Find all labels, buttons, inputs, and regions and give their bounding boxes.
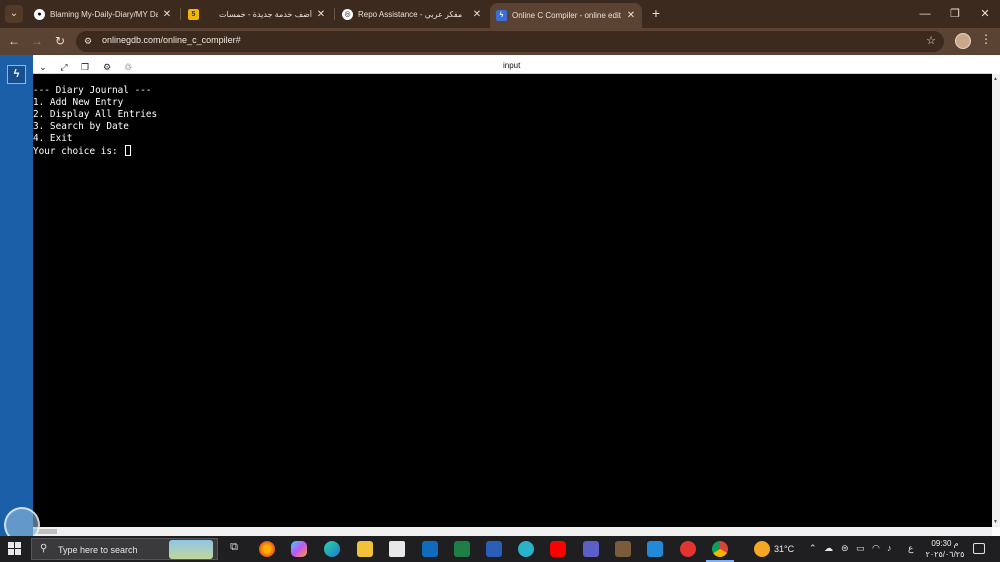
input-cursor[interactable] xyxy=(125,145,132,156)
close-icon[interactable]: ✕ xyxy=(316,9,326,20)
address-bar-url: onlinegdb.com/online_c_compiler# xyxy=(102,35,241,45)
address-bar[interactable]: ⚙ onlinegdb.com/online_c_compiler# ☆ xyxy=(76,31,944,52)
tab-title: Repo Assistance - مفكر عربي xyxy=(358,9,463,19)
browser-toolbar: ← → ↻ ⚙ onlinegdb.com/online_c_compiler#… xyxy=(0,28,1000,55)
snipping-tool-icon[interactable] xyxy=(615,541,631,557)
clock-date: ٢٠٢٥/٠٦/٢٥ xyxy=(925,550,965,559)
word-icon[interactable] xyxy=(486,541,502,557)
file-explorer-icon[interactable] xyxy=(357,541,373,557)
khamsat-icon: 5 xyxy=(188,8,199,20)
close-icon[interactable]: ✕ xyxy=(472,9,482,20)
vertical-scrollbar[interactable]: ▲ ▼ xyxy=(992,74,1000,527)
clear-icon[interactable]: ♲ xyxy=(122,61,134,73)
back-arrow-icon[interactable]: ← xyxy=(5,32,23,50)
console-line: 4. Exit xyxy=(33,133,73,144)
window-close-icon[interactable]: ✕ xyxy=(970,0,1000,28)
console-line: 3. Search by Date xyxy=(33,121,129,132)
tab-repo-assistance[interactable]: ◎ Repo Assistance - مفكر عربي ✕ xyxy=(336,3,488,25)
site-info-icon[interactable]: ⚙ xyxy=(84,36,95,47)
bookmark-star-icon[interactable]: ☆ xyxy=(926,34,936,47)
close-icon[interactable]: ✕ xyxy=(626,10,636,21)
more-menu-icon[interactable]: ⋮ xyxy=(980,32,992,46)
taskbar-clock[interactable]: 09:30 م ٢٠٢٥/٠٦/٢٥ xyxy=(922,538,968,560)
scroll-up-arrow-icon[interactable]: ▲ xyxy=(993,76,998,82)
console-line: --- Diary Journal --- xyxy=(33,85,152,96)
ai-icon: ◎ xyxy=(342,8,353,20)
vscode-icon[interactable] xyxy=(647,541,663,557)
tab-khamsat[interactable]: 5 أضف خدمة جديدة - خمسات ✕ xyxy=(182,3,332,25)
restore-icon[interactable]: ❐ xyxy=(940,0,970,28)
console-prompt: Your choice is: xyxy=(33,146,124,157)
tab-divider xyxy=(334,8,335,20)
tab-title: Blaming My-Daily-Diary/MY Da xyxy=(50,9,158,19)
windows-taskbar: ⚲ Type here to search ⧉ 31°C ⌃ ☁ ⊜ ▭ ◠ ♪… xyxy=(0,536,1000,562)
forward-arrow-icon[interactable]: → xyxy=(28,32,46,50)
tab-online-c-compiler[interactable]: ϟ Online C Compiler - online edit ✕ xyxy=(490,3,642,28)
microsoft-store-icon[interactable] xyxy=(389,541,405,557)
tab-github-blame[interactable]: ● Blaming My-Daily-Diary/MY Da ✕ xyxy=(28,3,178,25)
firefox-icon[interactable] xyxy=(259,541,275,557)
task-view-icon[interactable]: ⧉ xyxy=(226,541,242,557)
terminal-console[interactable]: --- Diary Journal --- 1. Add New Entry 2… xyxy=(33,74,992,527)
search-highlight-art xyxy=(169,540,213,559)
weather-sun-icon[interactable] xyxy=(754,541,770,557)
expand-icon[interactable]: ⤢ xyxy=(58,61,70,73)
console-line: 1. Add New Entry xyxy=(33,97,124,108)
scroll-down-arrow-icon[interactable]: ▼ xyxy=(993,519,998,525)
input-language-indicator[interactable]: ع xyxy=(908,543,913,554)
show-hidden-icons-chevron-up-icon[interactable]: ⌃ xyxy=(809,543,817,554)
tab-search-chevron-down-icon[interactable]: ⌄ xyxy=(5,5,23,23)
io-panel-title: input xyxy=(503,61,521,70)
chrome-icon[interactable] xyxy=(712,541,728,557)
wifi-icon[interactable]: ◠ xyxy=(872,543,880,554)
onlinegdb-icon: ϟ xyxy=(496,10,507,21)
windows-start-icon[interactable] xyxy=(8,542,22,556)
copilot-icon[interactable] xyxy=(291,541,307,557)
tab-divider xyxy=(180,8,181,20)
copy-icon[interactable]: ❐ xyxy=(79,61,91,73)
battery-icon[interactable]: ▭ xyxy=(856,543,865,554)
reload-icon[interactable]: ↻ xyxy=(51,32,69,50)
github-icon: ● xyxy=(34,8,45,20)
cloud-icon[interactable]: ☁ xyxy=(824,543,833,554)
taskbar-search-placeholder: Type here to search xyxy=(58,545,138,555)
volume-icon[interactable]: ♪ xyxy=(887,543,892,553)
wps-office-icon[interactable] xyxy=(680,541,696,557)
close-icon[interactable]: ✕ xyxy=(162,9,172,20)
teams-icon[interactable] xyxy=(583,541,599,557)
browser-tab-strip: ⌄ ● Blaming My-Daily-Diary/MY Da ✕ 5 أضف… xyxy=(0,0,1000,28)
tab-title: Online C Compiler - online edit xyxy=(512,11,621,20)
new-tab-plus-icon[interactable]: + xyxy=(648,4,664,22)
notification-center-icon[interactable] xyxy=(973,543,985,554)
search-icon: ⚲ xyxy=(40,543,48,554)
io-panel-header: ⌄ ⤢ ❐ ⚙ ♲ input xyxy=(33,60,992,74)
lightning-bolt-icon[interactable]: ϟ xyxy=(7,65,26,84)
profile-avatar[interactable] xyxy=(955,33,971,49)
horizontal-scrollbar[interactable] xyxy=(33,527,992,536)
minimize-icon[interactable]: — xyxy=(910,0,940,28)
console-prompt-line: Your choice is: xyxy=(33,145,992,158)
clock-time: 09:30 م xyxy=(931,539,959,548)
excel-icon[interactable] xyxy=(454,541,470,557)
page-content: ϟ ⌄ ⤢ ❐ ⚙ ♲ input --- Diary Journal --- … xyxy=(0,55,1000,543)
edge-icon[interactable] xyxy=(324,541,340,557)
tab-title: أضف خدمة جديدة - خمسات xyxy=(218,9,312,19)
outlook-icon[interactable] xyxy=(422,541,438,557)
console-line: 2. Display All Entries xyxy=(33,109,158,120)
collapse-chevron-icon[interactable]: ⌄ xyxy=(37,61,49,73)
usb-icon[interactable]: ⊜ xyxy=(841,543,849,554)
weather-temperature: 31°C xyxy=(774,544,795,554)
taskbar-search-box[interactable]: ⚲ Type here to search xyxy=(31,538,218,560)
left-sidebar: ϟ xyxy=(0,55,33,536)
edge-beta-icon[interactable] xyxy=(518,541,534,557)
gear-icon[interactable]: ⚙ xyxy=(101,61,113,73)
youtube-icon[interactable] xyxy=(550,541,566,557)
